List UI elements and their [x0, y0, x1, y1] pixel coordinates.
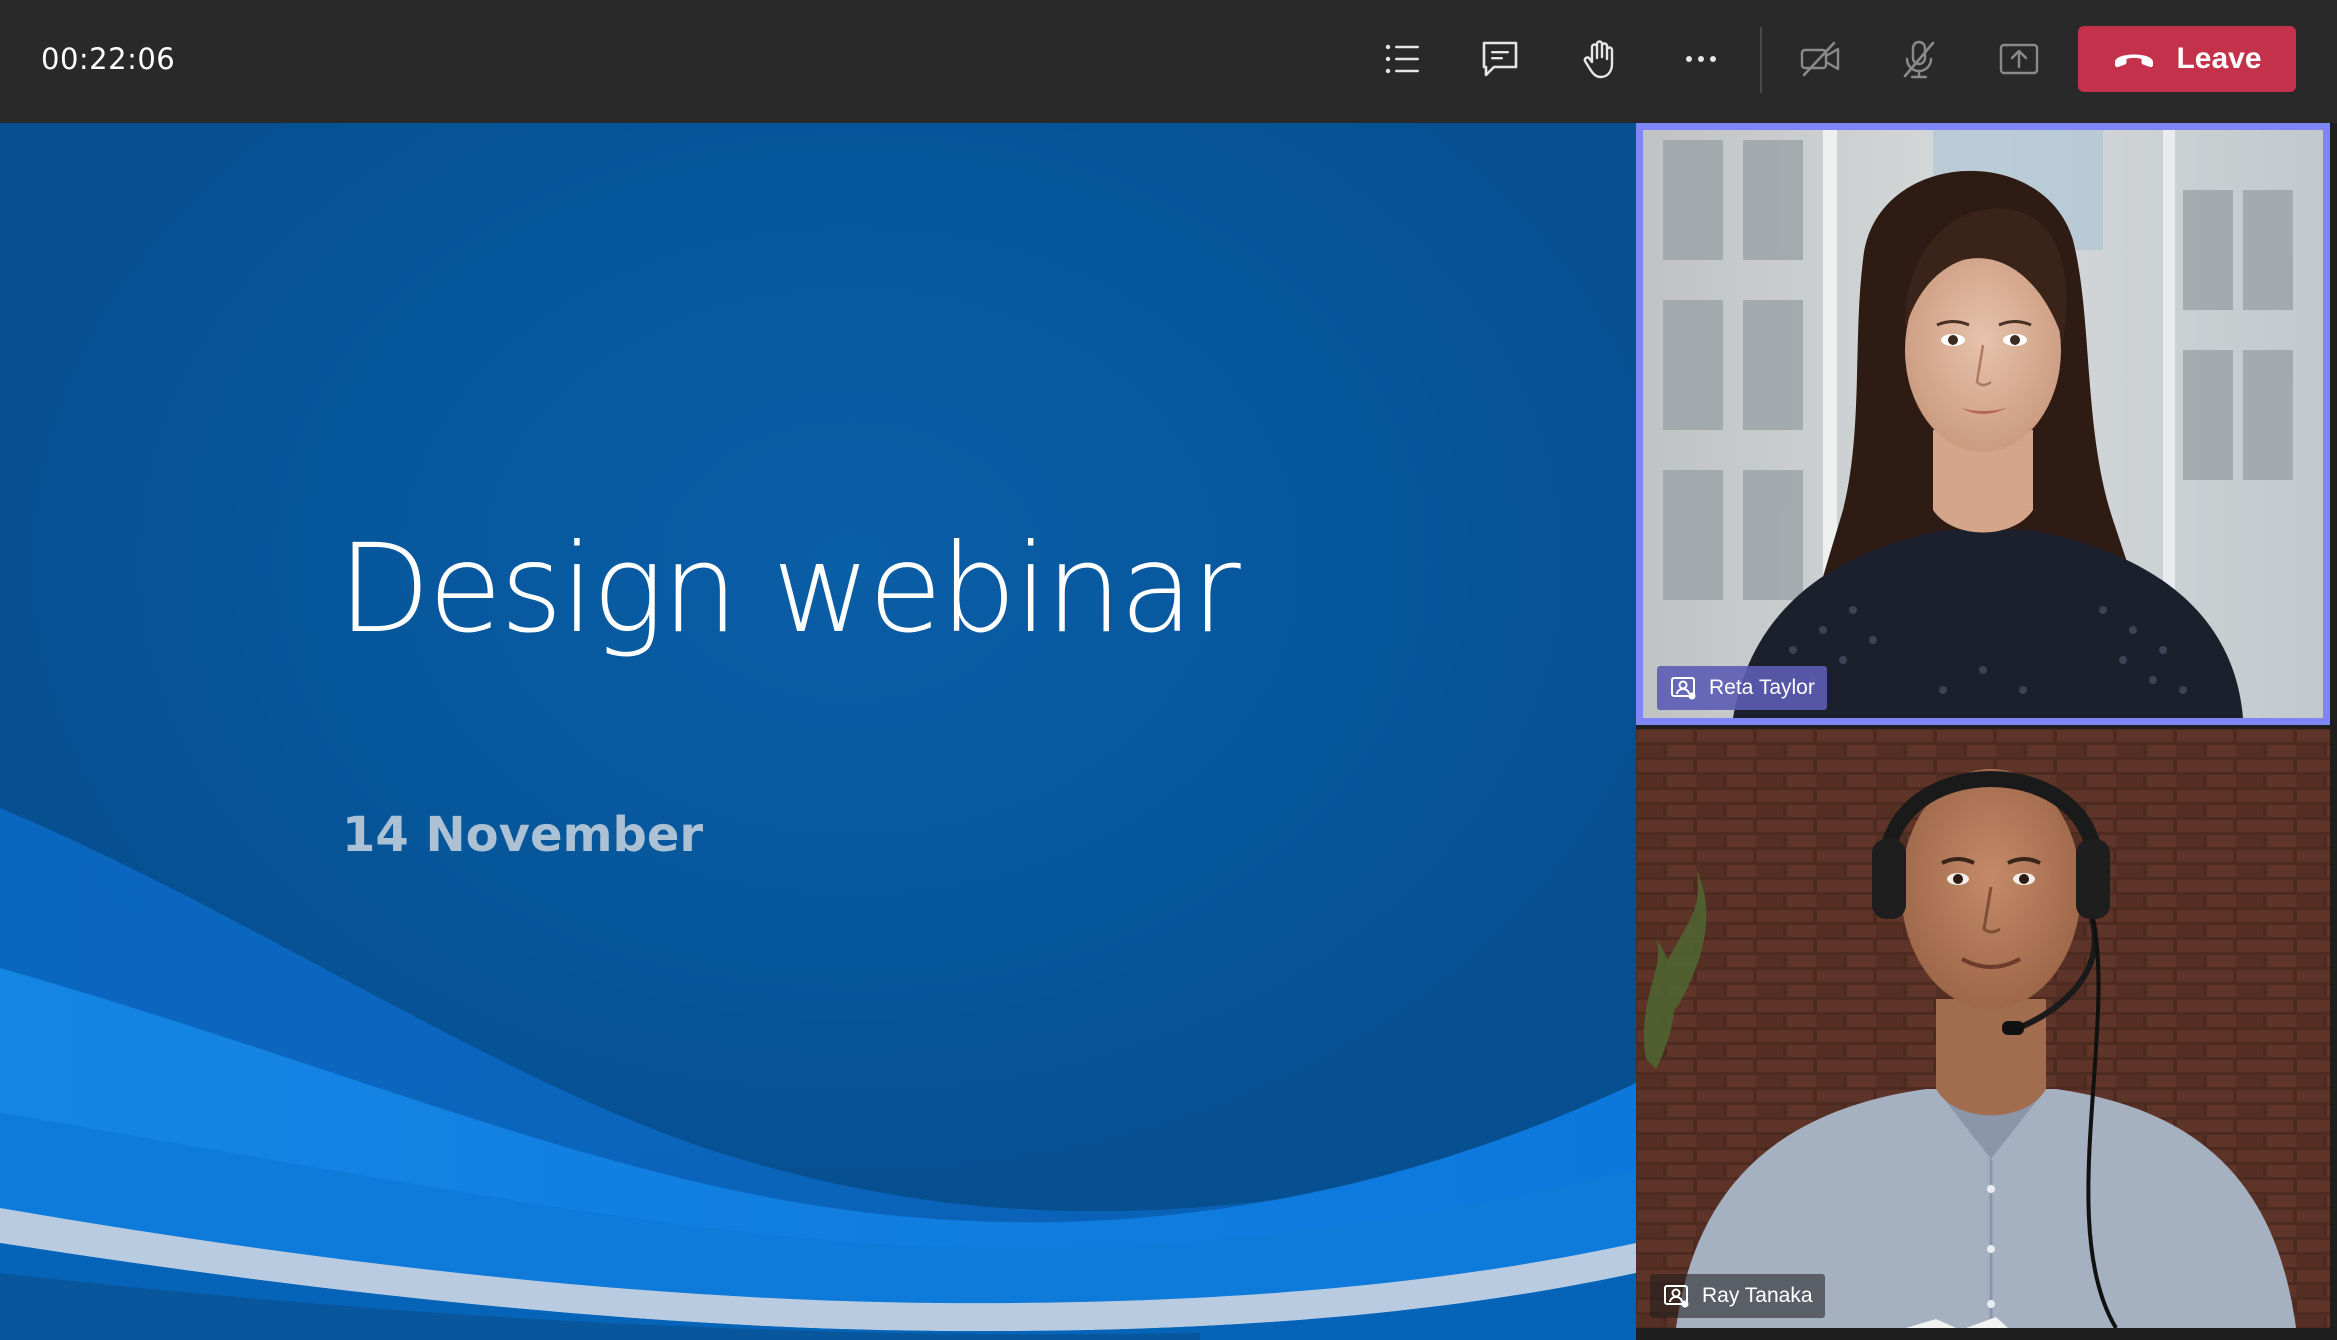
chat-icon	[1482, 41, 1518, 77]
raise-hand-icon	[1583, 40, 1614, 79]
slide-title: Design webinar	[338, 518, 1241, 661]
shared-presentation-slide: Design webinar 14 November	[0, 123, 1636, 1340]
participant-video-feed	[1636, 729, 2330, 1328]
participant-name: Ray Tanaka	[1702, 1284, 1813, 1307]
participant-video-feed	[1643, 130, 2323, 718]
participants-button[interactable]	[1370, 28, 1436, 90]
participant-name-tag: Reta Taylor	[1657, 666, 1827, 710]
slide-subtitle: 14 November	[342, 807, 704, 863]
more-options-icon	[1686, 56, 1716, 62]
window-edge	[2330, 123, 2337, 1340]
participant-video-tile[interactable]: Ray Tanaka	[1636, 729, 2330, 1328]
participant-name-tag: Ray Tanaka	[1650, 1274, 1825, 1318]
toolbar-divider	[1760, 27, 1762, 93]
camera-toggle-button[interactable]	[1787, 28, 1853, 90]
share-screen-button[interactable]	[1986, 28, 2052, 90]
camera-off-icon	[1800, 41, 1840, 77]
window-edge	[1636, 1328, 2337, 1340]
participant-name: Reta Taylor	[1709, 676, 1815, 699]
presenter-icon	[1671, 677, 1696, 700]
more-options-button[interactable]	[1668, 28, 1734, 90]
meeting-window: 00:22:06 Leave Design webinar 14 Novembe…	[0, 0, 2337, 1340]
leave-button[interactable]: Leave	[2078, 26, 2296, 92]
raise-hand-button[interactable]	[1567, 28, 1633, 90]
hang-up-phone-icon	[2115, 54, 2154, 68]
leave-label: Leave	[2176, 42, 2262, 75]
chat-button[interactable]	[1467, 28, 1533, 90]
mic-toggle-button[interactable]	[1886, 28, 1952, 90]
meeting-toolbar: 00:22:06 Leave	[0, 0, 2337, 123]
presenter-icon	[1664, 1285, 1689, 1308]
share-screen-icon	[1999, 43, 2039, 75]
mic-off-icon	[1903, 40, 1935, 79]
participants-list-icon	[1385, 44, 1419, 74]
participant-video-tile[interactable]: Reta Taylor	[1636, 123, 2330, 725]
meeting-timer: 00:22:06	[41, 42, 176, 76]
slide-background	[0, 123, 1636, 1340]
